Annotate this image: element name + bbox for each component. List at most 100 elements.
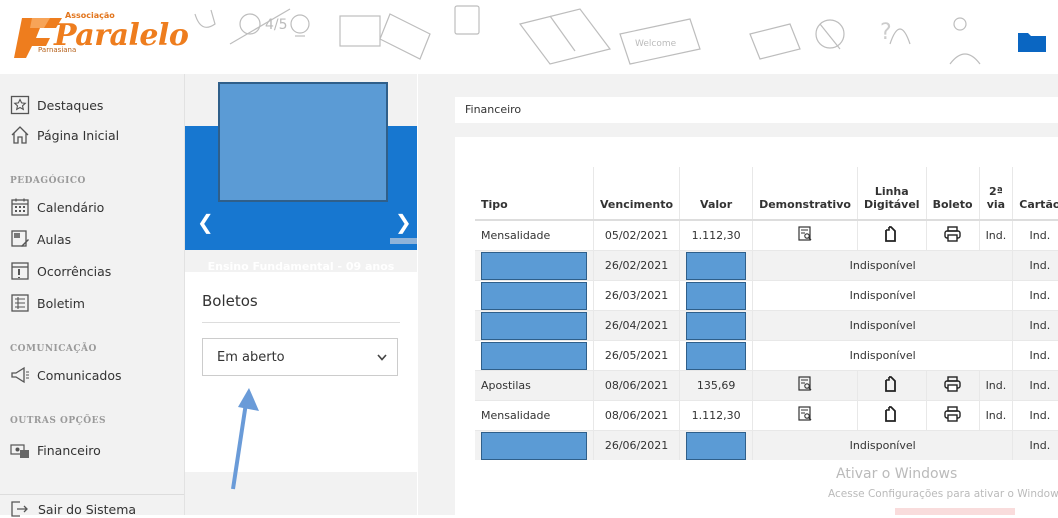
cell-boleto[interactable] <box>926 400 980 431</box>
cell-vencimento: 08/06/2021 <box>593 400 681 431</box>
cell-linha-digitavel[interactable] <box>857 400 927 431</box>
cell-cartao: Ind. <box>1012 340 1058 371</box>
column-header-boleto: Boleto <box>926 167 980 221</box>
svg-text:?: ? <box>880 20 892 45</box>
money-icon <box>10 444 29 458</box>
sidebar-item-boletim[interactable]: Boletim <box>10 292 85 314</box>
cell-valor-redacted <box>679 340 754 371</box>
copy-code-icon <box>885 226 897 242</box>
cell-indisponivel: Indisponível <box>752 310 1014 341</box>
chevron-left-icon[interactable]: ❮ <box>197 210 214 234</box>
redaction-block <box>686 311 747 340</box>
sidebar-item-ocorrencias[interactable]: Ocorrências <box>10 260 111 282</box>
sidebar-item-pagina-inicial[interactable]: Página Inicial <box>10 124 119 146</box>
cell-valor-redacted <box>679 310 754 341</box>
redaction-block <box>481 281 587 310</box>
redaction-block <box>481 311 587 340</box>
table-row: 26/06/2021 Indisponível Ind. <box>475 430 1058 460</box>
cell-valor: 1.112,30 <box>679 400 754 431</box>
sidebar-item-aulas[interactable]: Aulas <box>10 228 71 250</box>
table-row: Mensalidade 05/02/2021 1.112,30 Ind. Ind. <box>475 219 1058 251</box>
cell-indisponivel: Indisponível <box>752 250 1014 281</box>
cell-cartao: Ind. <box>1012 280 1058 311</box>
cell-vencimento: 05/02/2021 <box>593 219 681 251</box>
sidebar-item-label: Aulas <box>37 231 72 247</box>
redaction-block <box>481 431 587 460</box>
sidebar-item-financeiro[interactable]: Financeiro <box>10 439 101 461</box>
cell-2via: Ind. <box>979 400 1014 431</box>
brand-logo[interactable]: Associação Paralelo Parnasiana <box>10 10 189 62</box>
cell-vencimento: 26/03/2021 <box>593 280 681 311</box>
column-header-tipo: Tipo <box>475 167 594 221</box>
sidebar-section-title: PEDAGÓGICO <box>10 176 86 186</box>
sidebar-divider <box>0 494 184 495</box>
cell-2via: Ind. <box>979 219 1014 251</box>
printer-icon <box>944 406 961 422</box>
cell-tipo: Mensalidade <box>475 400 594 431</box>
sidebar-item-label: Ocorrências <box>37 263 112 279</box>
cell-vencimento: 26/02/2021 <box>593 250 681 281</box>
cell-cartao: Ind. <box>1012 430 1058 460</box>
star-icon <box>10 95 30 115</box>
folder-icon[interactable] <box>1018 30 1046 52</box>
cell-tipo-redacted <box>475 310 594 341</box>
boletos-select-value: Em aberto <box>217 349 285 365</box>
cell-indisponivel: Indisponível <box>752 280 1014 311</box>
statement-icon <box>798 226 812 241</box>
cell-2via: Ind. <box>979 370 1014 401</box>
chevron-right-icon[interactable]: ❯ <box>395 210 412 234</box>
table-row: 26/04/2021 Indisponível Ind. <box>475 310 1058 341</box>
breadcrumb: Financeiro <box>455 97 1058 123</box>
financeiro-card: Tipo Vencimento Valor Demonstrativo Linh… <box>455 137 1058 515</box>
cell-tipo: Apostilas <box>475 370 594 401</box>
cell-valor-redacted <box>679 250 754 281</box>
cell-demonstrativo[interactable] <box>752 370 858 401</box>
logout-label: Sair do Sistema <box>38 501 137 517</box>
boletos-panel: Boletos Em aberto <box>185 272 417 472</box>
report-card-icon <box>11 294 29 312</box>
copy-code-icon <box>885 406 897 422</box>
logout-icon <box>11 501 28 517</box>
cell-boleto[interactable] <box>926 370 980 401</box>
cell-valor-redacted <box>679 280 754 311</box>
decorative-blob <box>895 508 1015 515</box>
header-doodles-decoration: 4/5 Welcome ? <box>194 5 981 65</box>
student-photo-redacted <box>218 82 388 202</box>
boletos-status-select[interactable]: Em aberto <box>202 338 398 376</box>
cell-boleto[interactable] <box>926 219 980 251</box>
sidebar-item-calendario[interactable]: Calendário <box>10 196 104 218</box>
redaction-block <box>686 341 747 370</box>
cell-cartao: Ind. <box>1012 400 1058 431</box>
cell-cartao: Ind. <box>1012 219 1058 251</box>
home-icon <box>11 126 29 144</box>
megaphone-icon <box>11 366 29 384</box>
redaction-block <box>481 341 587 370</box>
sidebar-item-label: Página Inicial <box>37 127 120 143</box>
redaction-block <box>481 251 587 280</box>
column-header-2via: 2ª via <box>979 167 1014 221</box>
boletos-title: Boletos <box>202 292 258 310</box>
main-content: Financeiro Tipo Vencimento Valor Demonst… <box>418 74 1058 515</box>
cell-tipo-redacted <box>475 250 594 281</box>
cell-tipo: Mensalidade <box>475 219 594 251</box>
sidebar-item-label: Comunicados <box>37 367 122 383</box>
cell-linha-digitavel[interactable] <box>857 370 927 401</box>
sidebar-item-label: Financeiro <box>37 442 101 458</box>
logout-button[interactable]: Sair do Sistema <box>10 500 136 518</box>
sidebar-section-title: OUTRAS OPÇÕES <box>10 416 106 426</box>
cell-demonstrativo[interactable] <box>752 219 858 251</box>
cell-valor: 1.112,30 <box>679 219 754 251</box>
printer-icon <box>944 376 961 392</box>
cell-tipo-redacted <box>475 430 594 460</box>
app-header: Associação Paralelo Parnasiana 4/5 Welco… <box>0 0 1058 74</box>
sidebar-item-comunicados[interactable]: Comunicados <box>10 364 122 386</box>
boletos-divider <box>202 322 400 323</box>
cell-demonstrativo[interactable] <box>752 400 858 431</box>
table-row: 26/03/2021 Indisponível Ind. <box>475 280 1058 311</box>
cell-linha-digitavel[interactable] <box>857 219 927 251</box>
statement-icon <box>798 376 812 391</box>
table-header-row: Tipo Vencimento Valor Demonstrativo Linh… <box>475 167 1058 221</box>
sidebar-item-destaques[interactable]: Destaques <box>10 94 103 116</box>
redaction-block <box>686 431 747 460</box>
cell-vencimento: 26/06/2021 <box>593 430 681 460</box>
